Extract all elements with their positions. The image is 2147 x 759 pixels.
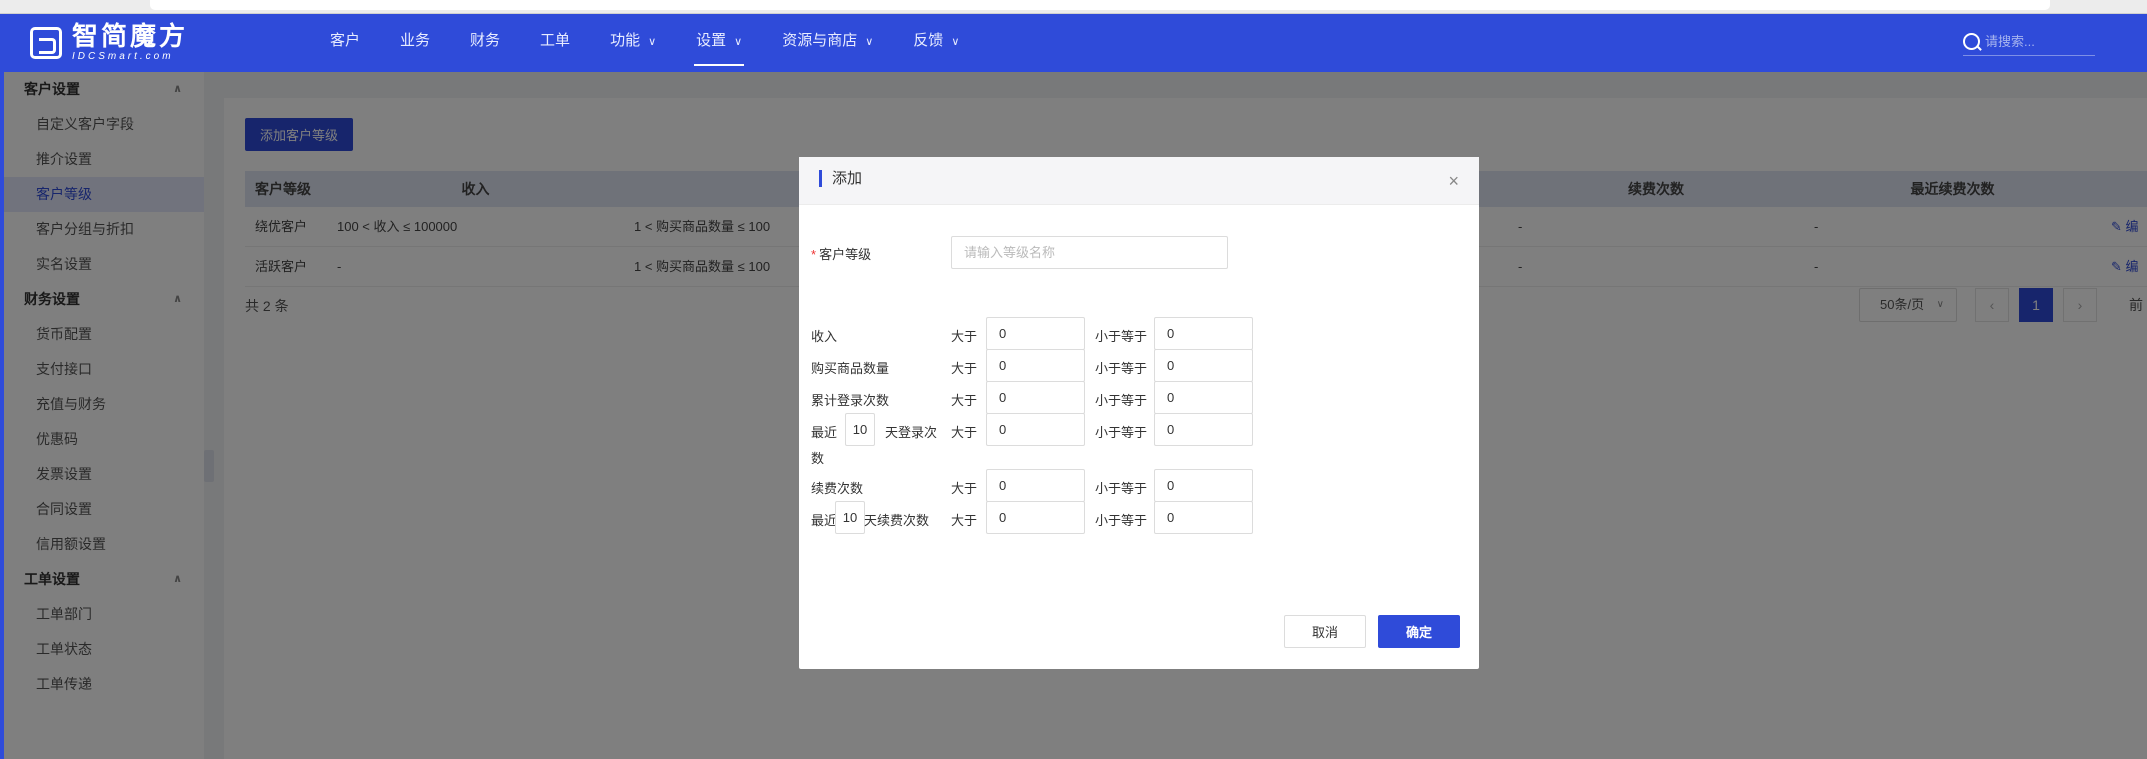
confirm-button[interactable]: 确定 bbox=[1378, 615, 1460, 648]
level-name-label: * 客户等级 bbox=[811, 247, 872, 262]
condition-label: 收入 bbox=[811, 329, 838, 344]
greater-than-label: 大于 bbox=[951, 393, 978, 408]
min-value-input[interactable] bbox=[986, 501, 1085, 534]
global-search[interactable] bbox=[1963, 28, 2095, 56]
dialog-title: 添加 bbox=[819, 170, 862, 187]
chevron-down-icon: ∨ bbox=[865, 36, 874, 48]
address-bar[interactable] bbox=[150, 0, 2050, 10]
nav-item-0[interactable]: 客户 bbox=[310, 14, 380, 72]
less-equal-label: 小于等于 bbox=[1095, 481, 1148, 496]
less-equal-label: 小于等于 bbox=[1095, 425, 1148, 440]
close-icon[interactable]: × bbox=[1448, 171, 1459, 192]
logo-name: 智简魔方 bbox=[72, 21, 189, 51]
less-equal-label: 小于等于 bbox=[1095, 513, 1148, 528]
condition-label: 购买商品数量 bbox=[811, 361, 890, 376]
level-name-input[interactable] bbox=[951, 236, 1228, 269]
max-value-input[interactable] bbox=[1154, 413, 1253, 446]
greater-than-label: 大于 bbox=[951, 513, 978, 528]
cancel-button[interactable]: 取消 bbox=[1284, 615, 1366, 648]
min-value-input[interactable] bbox=[986, 469, 1085, 502]
nav-item-1[interactable]: 业务 bbox=[380, 14, 450, 72]
max-value-input[interactable] bbox=[1154, 469, 1253, 502]
logo-icon bbox=[30, 26, 62, 59]
greater-than-label: 大于 bbox=[951, 329, 978, 344]
logo[interactable]: 智简魔方 IDCSmart.com bbox=[30, 23, 188, 62]
nav-item-5[interactable]: 设置 ∨ bbox=[676, 14, 762, 72]
condition-label: 续费次数 bbox=[811, 481, 864, 496]
search-icon[interactable] bbox=[1963, 33, 1980, 50]
min-value-input[interactable] bbox=[986, 349, 1085, 382]
dialog-header: 添加 × bbox=[799, 157, 1479, 205]
max-value-input[interactable] bbox=[1154, 349, 1253, 382]
browser-chrome bbox=[0, 0, 2147, 14]
greater-than-label: 大于 bbox=[951, 361, 978, 376]
nav-item-7[interactable]: 反馈 ∨ bbox=[893, 14, 979, 72]
logo-domain: IDCSmart.com bbox=[72, 51, 174, 62]
min-value-input[interactable] bbox=[986, 413, 1085, 446]
nav-menu: 客户 业务 财务 工单 功能 ∨ 设置 ∨ 资源与商店 ∨ 反馈 ∨ bbox=[310, 14, 979, 72]
recent-suffix-label: 天续费次数 bbox=[864, 513, 930, 528]
greater-than-label: 大于 bbox=[951, 481, 978, 496]
nav-item-3[interactable]: 工单 bbox=[520, 14, 590, 72]
recent-days-input[interactable] bbox=[835, 501, 865, 534]
condition-label: 累计登录次数 bbox=[811, 393, 890, 408]
max-value-input[interactable] bbox=[1154, 317, 1253, 350]
nav-item-4[interactable]: 功能 ∨ bbox=[590, 14, 676, 72]
add-level-dialog: 添加 × *客户等级 收入大于小于等于购买商品数量大于小于等于累计登录次数大于小… bbox=[799, 157, 1479, 669]
max-value-input[interactable] bbox=[1154, 381, 1253, 414]
min-value-input[interactable] bbox=[986, 381, 1085, 414]
recent-suffix-wrap-label: 数 bbox=[811, 451, 825, 466]
nav-item-2[interactable]: 财务 bbox=[450, 14, 520, 72]
nav-item-6[interactable]: 资源与商店 ∨ bbox=[762, 14, 893, 72]
min-value-input[interactable] bbox=[986, 317, 1085, 350]
chevron-down-icon: ∨ bbox=[951, 36, 960, 48]
chevron-down-icon: ∨ bbox=[734, 36, 743, 48]
greater-than-label: 大于 bbox=[951, 425, 978, 440]
recent-days-input[interactable] bbox=[845, 413, 875, 446]
less-equal-label: 小于等于 bbox=[1095, 361, 1148, 376]
less-equal-label: 小于等于 bbox=[1095, 329, 1148, 344]
max-value-input[interactable] bbox=[1154, 501, 1253, 534]
search-input[interactable] bbox=[1985, 34, 2089, 49]
less-equal-label: 小于等于 bbox=[1095, 393, 1148, 408]
recent-prefix-label: 最近 bbox=[811, 513, 838, 528]
recent-suffix-label: 天登录次 bbox=[885, 425, 938, 440]
top-navigation: 智简魔方 IDCSmart.com 客户 业务 财务 工单 功能 ∨ 设置 ∨ 资源与商店 ∨ 反馈… bbox=[0, 14, 2147, 72]
recent-prefix-label: 最近 bbox=[811, 425, 838, 440]
chevron-down-icon: ∨ bbox=[648, 36, 657, 48]
